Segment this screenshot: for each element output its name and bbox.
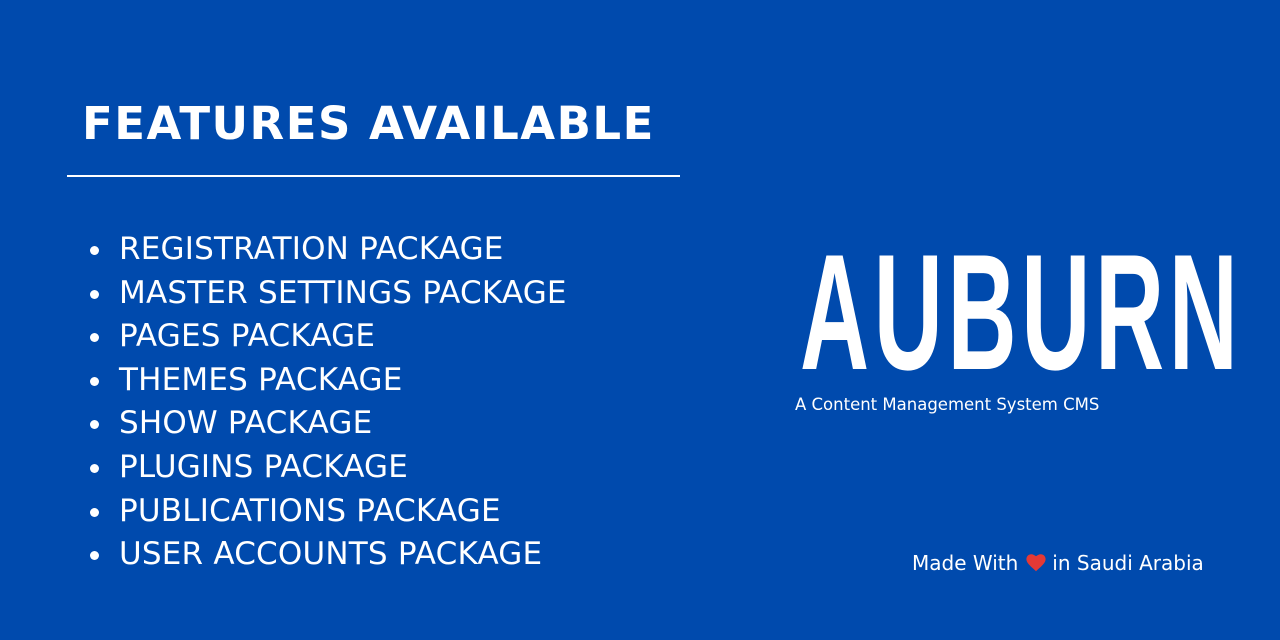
feature-label: MASTER SETTINGS PACKAGE [119,274,567,311]
feature-item: PAGES PACKAGE [84,315,567,359]
feature-label: USER ACCOUNTS PACKAGE [119,536,543,573]
credit-suffix: in Saudi Arabia [1052,551,1204,575]
feature-label: PAGES PACKAGE [119,318,376,355]
bullet-icon [90,551,99,561]
feature-label: SHOW PACKAGE [119,405,373,442]
feature-label: THEMES PACKAGE [119,361,403,398]
feature-label: REGISTRATION PACKAGE [119,231,504,267]
feature-item: USER ACCOUNTS PACKAGE [84,533,567,577]
bullet-icon [90,289,99,299]
brand-tagline: A Content Management System CMS [795,395,1100,414]
credit-prefix: Made With [912,551,1019,575]
bullet-icon [90,376,99,386]
feature-label: PLUGINS PACKAGE [119,448,409,485]
brand-logo: AUBURN [800,220,1243,404]
bullet-icon [90,246,99,255]
bullet-icon [90,420,99,430]
made-with-credit: Made With in Saudi Arabia [912,549,1204,577]
feature-list: REGISTRATION PACKAGE MASTER SETTINGS PAC… [84,228,567,577]
feature-item: PUBLICATIONS PACKAGE [84,490,567,534]
feature-item: SHOW PACKAGE [84,402,567,446]
bullet-icon [90,463,99,473]
bullet-icon [90,507,99,517]
heart-icon [1025,552,1047,574]
feature-item: THEMES PACKAGE [84,359,567,403]
feature-label: PUBLICATIONS PACKAGE [119,492,501,529]
features-heading: FEATURES AVAILABLE [82,97,655,150]
bullet-icon [90,333,99,343]
feature-item: PLUGINS PACKAGE [84,446,567,490]
feature-item: REGISTRATION PACKAGE [84,228,567,272]
feature-item: MASTER SETTINGS PACKAGE [84,272,567,316]
heading-divider [67,175,680,177]
